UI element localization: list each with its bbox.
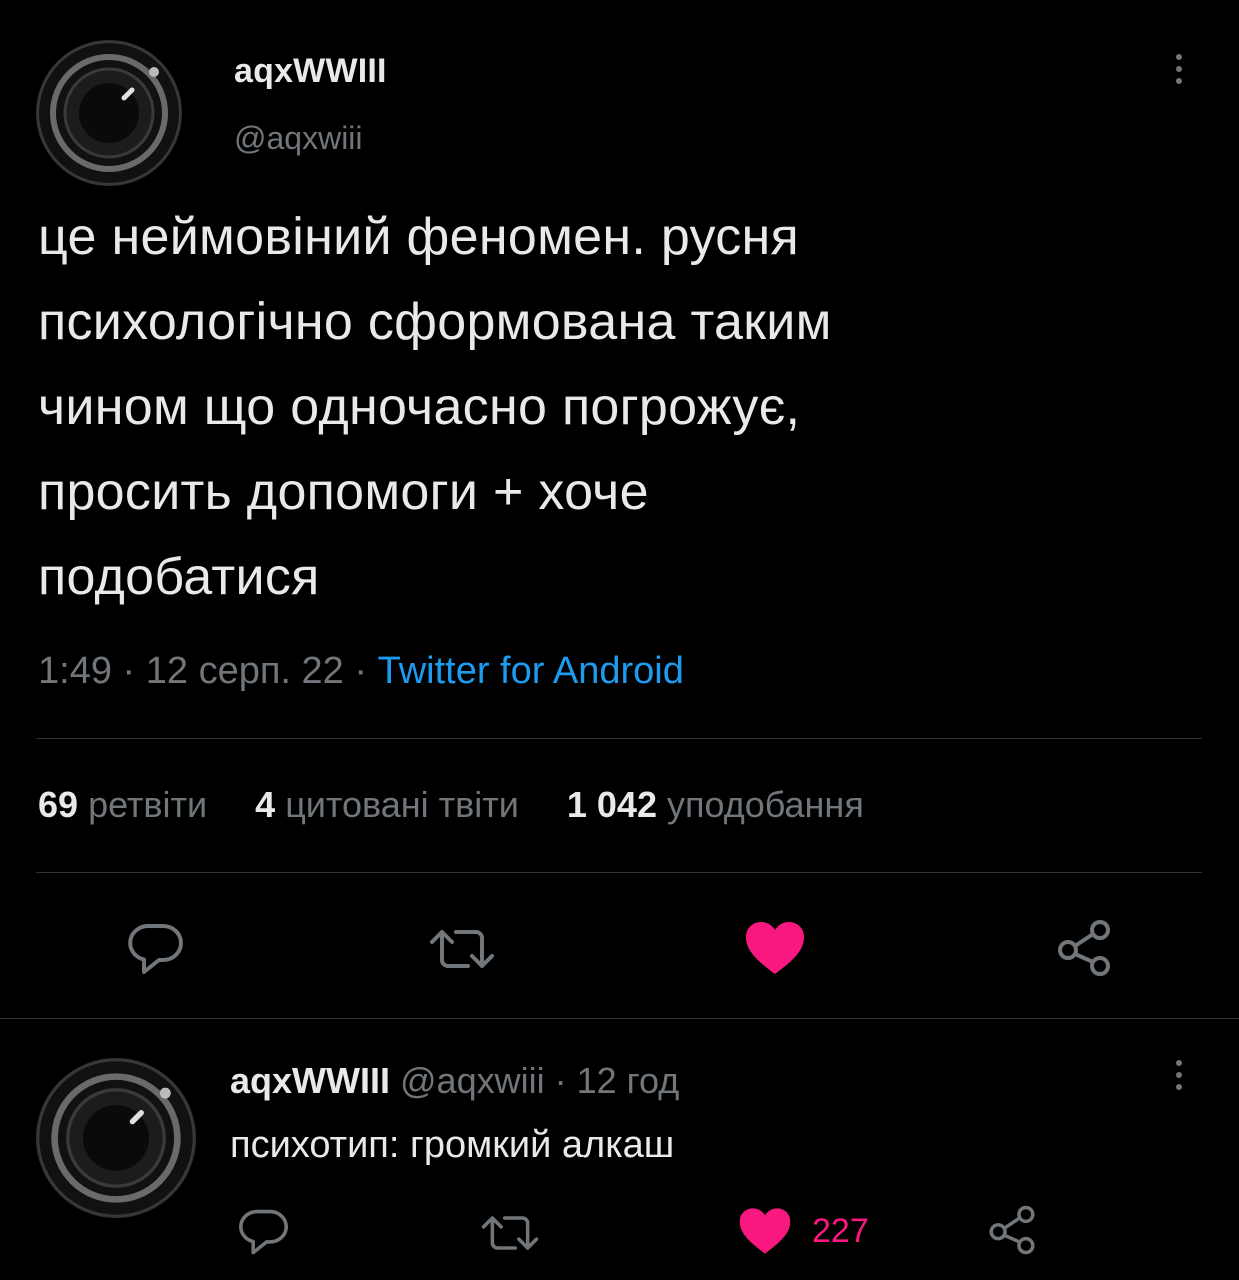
author-handle[interactable]: @aqxwiii (234, 120, 363, 157)
meta-separator: · (122, 650, 136, 692)
quotes-label: цитовані твіти (285, 784, 519, 825)
tweet-source-link[interactable]: Twitter for Android (378, 650, 684, 692)
dot (1176, 66, 1182, 72)
tweet-time[interactable]: 1:49 (38, 650, 112, 692)
meta-separator: · (554, 1060, 567, 1101)
avatar-image (39, 43, 179, 183)
likes-stat[interactable]: 1 042 уподобання (567, 784, 864, 825)
reply-more-options-icon[interactable] (1164, 1050, 1194, 1100)
divider (36, 738, 1202, 739)
reply-text: психотип: громкий алкаш (230, 1124, 675, 1166)
reply-share-icon[interactable] (986, 1204, 1038, 1256)
reply-reply-icon[interactable] (236, 1208, 290, 1258)
reply-header: aqxWWIII @aqxwiii · 12 год (230, 1060, 679, 1102)
heart-filled-icon[interactable] (744, 920, 806, 976)
tweet-stats: 69 ретвіти 4 цитовані твіти 1 042 уподоб… (38, 784, 902, 826)
retweets-label: ретвіти (88, 784, 208, 825)
dot (1176, 54, 1182, 60)
reply-like-count[interactable]: 227 (812, 1212, 869, 1251)
reply-handle[interactable]: @aqxwiii (400, 1060, 545, 1101)
reply-retweet-icon[interactable] (480, 1212, 540, 1254)
dot (1176, 1072, 1182, 1078)
quotes-count: 4 (255, 784, 276, 825)
reply-display-name[interactable]: aqxWWIII (230, 1060, 390, 1101)
quotes-stat[interactable]: 4 цитовані твіти (255, 784, 519, 825)
dot (1176, 1060, 1182, 1066)
retweets-stat[interactable]: 69 ретвіти (38, 784, 207, 825)
tweet-text: це неймовіний феномен. русня психологічн… (38, 208, 832, 606)
meta-separator: · (354, 650, 368, 692)
retweets-count: 69 (38, 784, 79, 825)
reply-heart-filled-icon[interactable] (738, 1206, 792, 1256)
likes-label: уподобання (666, 784, 864, 825)
tweet-meta: 1:49 · 12 серп. 22 · Twitter for Android (38, 650, 684, 693)
dot (1176, 1084, 1182, 1090)
likes-count: 1 042 (566, 784, 657, 825)
reply-time[interactable]: 12 год (577, 1060, 680, 1101)
author-display-name[interactable]: aqxWWIII (234, 52, 387, 91)
more-options-icon[interactable] (1164, 44, 1194, 94)
avatar[interactable] (36, 40, 182, 186)
reply-avatar[interactable] (36, 1058, 196, 1218)
avatar-image (39, 1061, 193, 1215)
share-icon[interactable] (1054, 918, 1114, 978)
reply-icon[interactable] (125, 922, 185, 978)
retweet-icon[interactable] (428, 926, 496, 972)
thread-divider (0, 1018, 1239, 1019)
tweet-date[interactable]: 12 серп. 22 (146, 650, 344, 692)
dot (1176, 78, 1182, 84)
divider (36, 872, 1202, 873)
